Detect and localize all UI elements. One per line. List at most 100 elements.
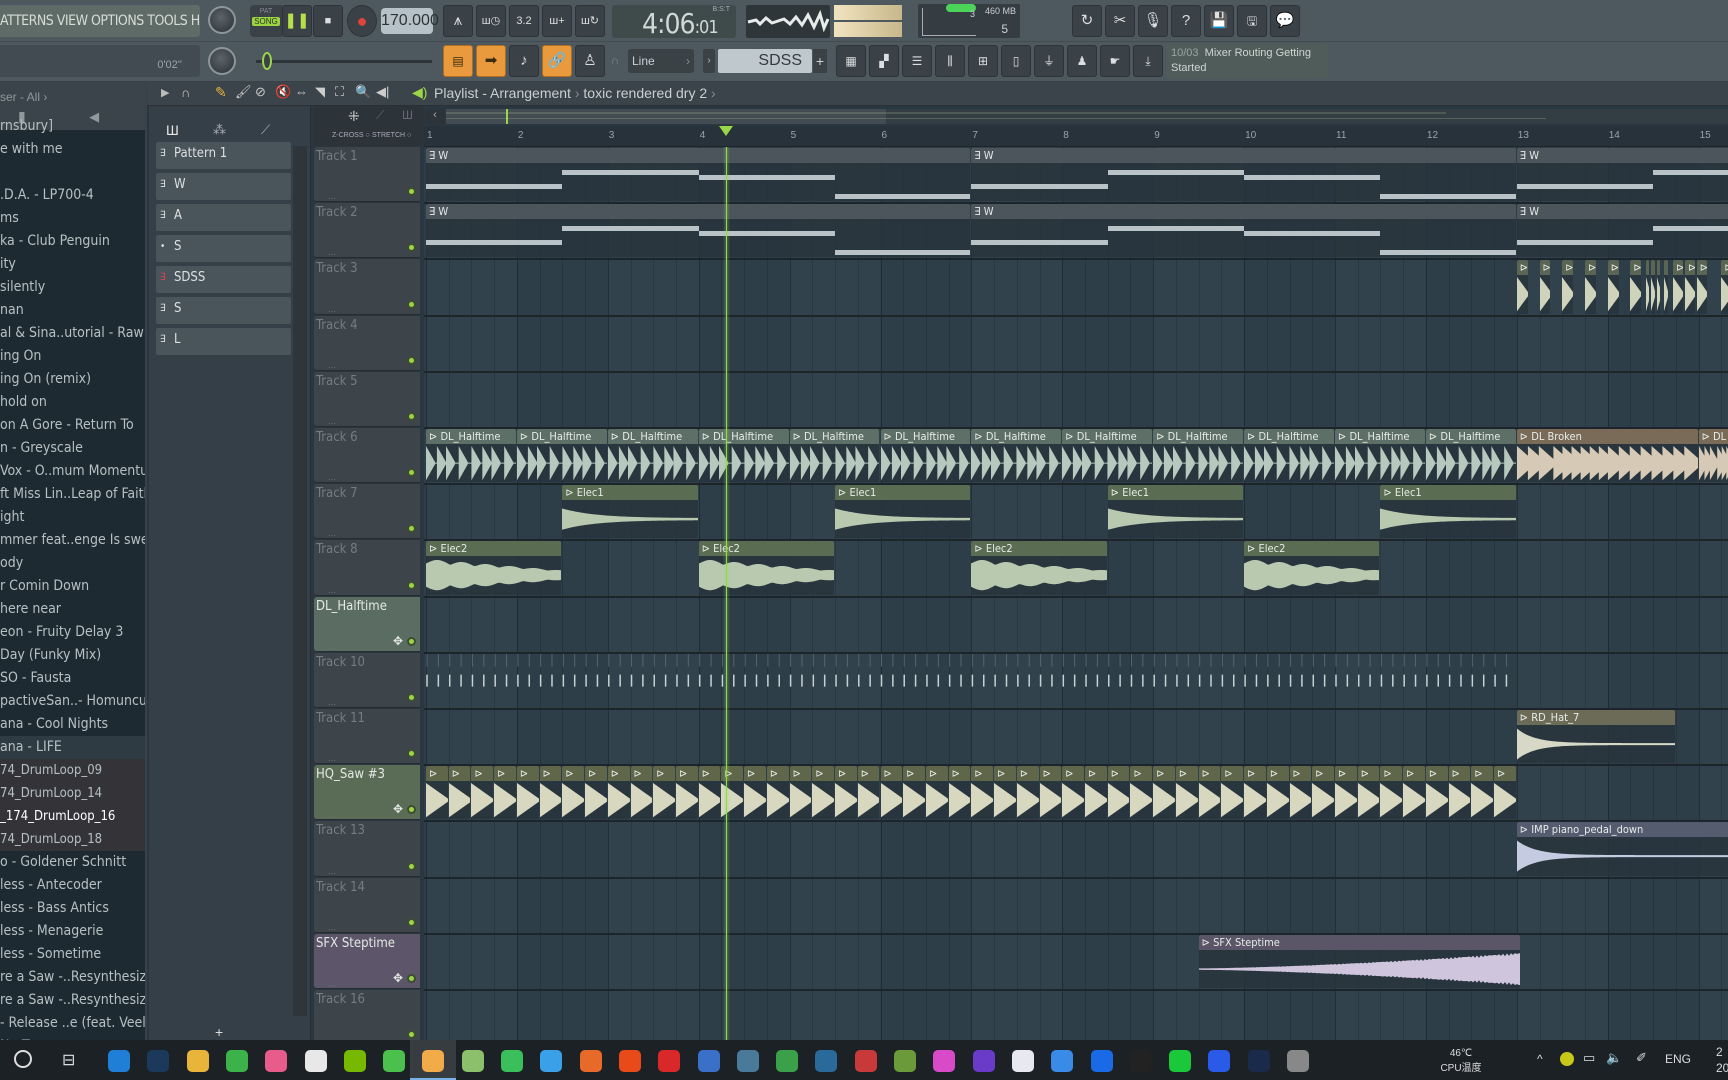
- tray-app-icon[interactable]: [1560, 1052, 1574, 1066]
- more-icon[interactable]: ...: [328, 416, 336, 426]
- clip-saw[interactable]: ⊳: [857, 766, 880, 820]
- netease-music-icon[interactable]: [658, 1050, 681, 1072]
- more-icon[interactable]: ...: [328, 472, 336, 482]
- track-header[interactable]: Track 16...: [314, 990, 420, 1046]
- automation-tab-icon[interactable]: ⟋: [261, 122, 270, 138]
- clip-pattern[interactable]: ∃ W: [1516, 204, 1728, 258]
- firefox-icon[interactable]: [579, 1050, 602, 1072]
- track-header[interactable]: Track 6...: [314, 428, 420, 484]
- download-icon[interactable]: ⤓: [1133, 45, 1163, 77]
- clip-saw[interactable]: ⊳: [971, 766, 994, 820]
- clip-saw[interactable]: ⊳: [925, 766, 948, 820]
- pattern-item[interactable]: ∃ S: [156, 297, 291, 324]
- playhead-marker-icon[interactable]: [718, 126, 733, 136]
- track-header[interactable]: Track 3...: [314, 259, 420, 315]
- piano-roll-icon[interactable]: ▞: [869, 45, 899, 77]
- app-e-icon[interactable]: [383, 1050, 406, 1072]
- track-mute-led[interactable]: [407, 861, 416, 871]
- clip-hit[interactable]: ⊳: [1539, 260, 1551, 314]
- clip-drum[interactable]: ⊳ DL_Halftime: [971, 429, 1062, 483]
- browser-item[interactable]: ody: [0, 552, 145, 575]
- playback-icon[interactable]: ◀|: [376, 84, 389, 100]
- more-icon[interactable]: ...: [328, 978, 336, 988]
- browser-item[interactable]: re a Saw -..Resynthesized): [0, 989, 145, 1012]
- song-position-slider[interactable]: [256, 60, 432, 63]
- help-icon[interactable]: ?: [1171, 5, 1201, 37]
- clip-hit[interactable]: ⊳: [1516, 260, 1528, 314]
- stop-button[interactable]: ■: [313, 5, 343, 37]
- clip-saw[interactable]: ⊳: [516, 766, 539, 820]
- browser-item[interactable]: _174_DrumLoop_16: [0, 805, 145, 828]
- clip-drum[interactable]: ⊳ DL_Halftime: [1244, 429, 1334, 483]
- app-dark-icon[interactable]: [1247, 1050, 1270, 1072]
- main-menu[interactable]: ATTERNS VIEW OPTIONS TOOLS HELP: [0, 5, 200, 37]
- more-icon[interactable]: ...: [328, 304, 336, 314]
- magnet-icon[interactable]: ∩: [181, 85, 190, 100]
- arrangement-name[interactable]: toxic rendered dry 2: [583, 85, 707, 101]
- countdown-icon[interactable]: 3.2: [509, 5, 539, 37]
- magnet-icon[interactable]: ∩: [611, 55, 619, 67]
- clip-saw[interactable]: ⊳: [698, 766, 721, 820]
- project-icon[interactable]: ▯: [1001, 45, 1031, 77]
- task-view-icon[interactable]: ⊟: [62, 1050, 75, 1070]
- export-icon[interactable]: 🖫: [1237, 5, 1267, 37]
- mute-icon[interactable]: 🔇: [275, 84, 291, 100]
- language-indicator[interactable]: ENG: [1665, 1052, 1691, 1066]
- track-move-icon[interactable]: ✥: [393, 971, 403, 985]
- app-chat-icon[interactable]: [461, 1050, 484, 1072]
- browser-item[interactable]: Vox - O..mum Momentum: [0, 460, 145, 483]
- clip-noise[interactable]: ⊳ Elec2: [971, 541, 1107, 595]
- tempo-display[interactable]: 170.000: [381, 8, 439, 34]
- touch-icon[interactable]: ☛: [1100, 45, 1130, 77]
- track-header[interactable]: SFX Steptime... ✥: [314, 933, 420, 989]
- stretch-toggle[interactable]: STRETCH ○: [372, 132, 411, 139]
- clip-saw[interactable]: ⊳: [653, 766, 675, 820]
- clip-hit[interactable]: ⊳: [1656, 260, 1661, 314]
- clip-saw[interactable]: ⊳: [1357, 766, 1380, 820]
- app-circle-icon[interactable]: [815, 1050, 838, 1072]
- undo-icon[interactable]: ↻: [1072, 5, 1102, 37]
- clip-pattern[interactable]: ∃ W: [971, 204, 1516, 258]
- clip-hit[interactable]: ⊳: [1584, 260, 1596, 314]
- browser-item[interactable]: - Release ..e (feat. Veela): [0, 1012, 145, 1035]
- app-orange-icon[interactable]: [618, 1050, 641, 1072]
- app-game-icon[interactable]: [736, 1050, 759, 1072]
- save-icon[interactable]: 💾: [1204, 5, 1234, 37]
- playlist-grid[interactable]: ∃ W∃ W∃ W∃ W∃ W∃ W⊳ ⊳ ⊳ ⊳ ⊳ ⊳ ⊳ ⊳ ⊳ ⊳ ⊳ …: [424, 147, 1728, 1040]
- clip-saw[interactable]: ⊳: [1221, 766, 1244, 820]
- clip-saw[interactable]: ⊳: [948, 766, 971, 820]
- clip-saw[interactable]: ⊳: [1039, 766, 1062, 820]
- channel-rack-icon[interactable]: ☰: [902, 45, 932, 77]
- search-icon[interactable]: [14, 1050, 32, 1068]
- more-icon[interactable]: ...: [328, 866, 336, 876]
- clip-drum[interactable]: ⊳ DL_Halftime: [880, 429, 971, 483]
- steam-icon[interactable]: [147, 1050, 170, 1072]
- browser-item[interactable]: n - Greyscale: [0, 437, 145, 460]
- clip-ticks[interactable]: [426, 653, 1516, 707]
- show-hidden-icons-icon[interactable]: ^: [1537, 1052, 1543, 1066]
- mixer-icon[interactable]: ⫼: [935, 45, 965, 77]
- clip-drum[interactable]: ⊳ DL_Halftime: [1062, 429, 1153, 483]
- scroll-left-button[interactable]: ‹: [426, 109, 444, 124]
- clip-saw[interactable]: ⊳: [1085, 766, 1107, 820]
- select-icon[interactable]: ⛶: [335, 84, 344, 100]
- clip-saw[interactable]: ⊳: [766, 766, 789, 820]
- pattern-item[interactable]: ∃ A: [156, 204, 291, 231]
- clip-drum[interactable]: ⊳ DL_Halftime: [1335, 429, 1425, 483]
- snap-dropdown[interactable]: Line ›: [628, 49, 694, 73]
- waveform-icon[interactable]: ⁜: [348, 108, 360, 125]
- browser-item[interactable]: Day (Funky Mix): [0, 644, 145, 667]
- track-mute-led[interactable]: [407, 805, 416, 815]
- volume-icon[interactable]: 🔈: [1606, 1050, 1622, 1066]
- clip-saw[interactable]: ⊳: [1425, 766, 1448, 820]
- browser-item[interactable]: ing On: [0, 345, 145, 368]
- wechat-icon[interactable]: [501, 1050, 523, 1072]
- browser-item[interactable]: o - Goldener Schnitt: [0, 851, 145, 874]
- clip-hit[interactable]: ⊳: [1673, 260, 1684, 314]
- clip-hit[interactable]: ⊳: [1696, 260, 1707, 314]
- browser-filter[interactable]: ser - All ›: [0, 90, 145, 108]
- track-header[interactable]: DL_Halftime... ✥: [314, 596, 420, 652]
- track-mute-led[interactable]: [407, 299, 416, 309]
- track-mute-led[interactable]: [407, 355, 416, 365]
- app-m-icon[interactable]: [972, 1050, 995, 1072]
